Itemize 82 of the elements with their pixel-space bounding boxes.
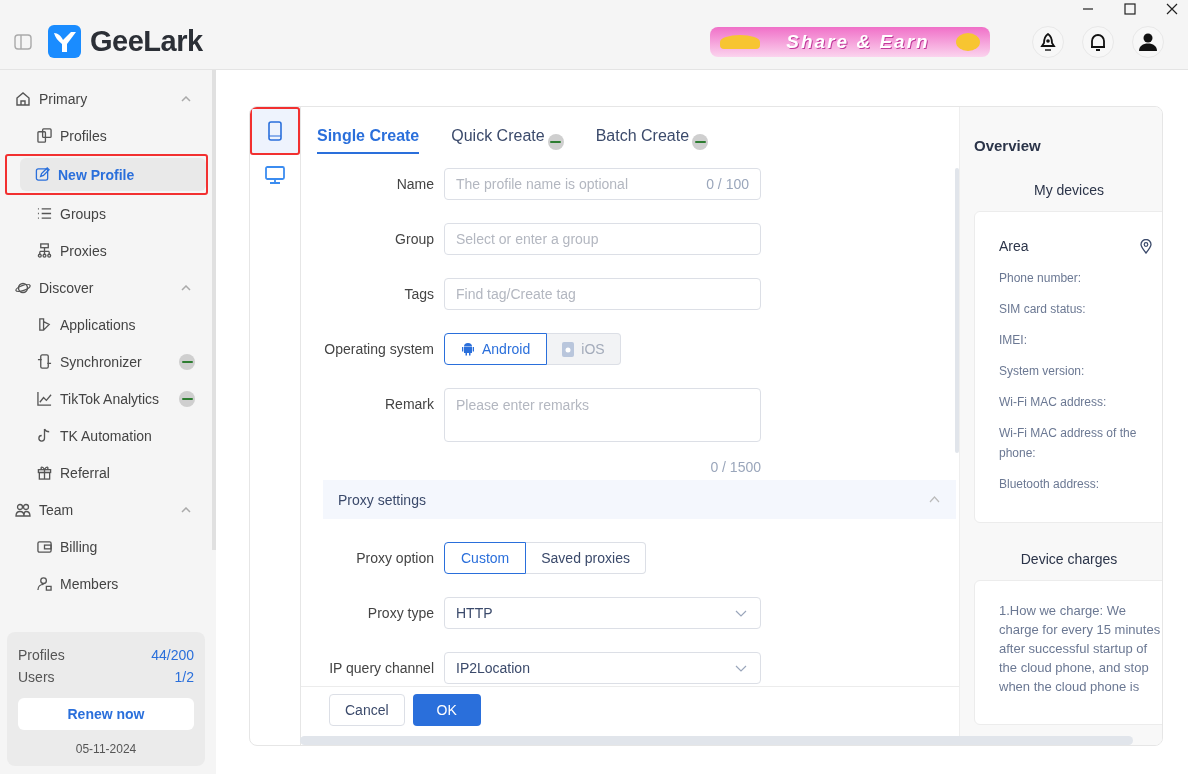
list-icon bbox=[37, 206, 52, 221]
device-info-label: SIM card status: bbox=[999, 301, 1087, 318]
area-label: Area bbox=[999, 238, 1029, 254]
quota-value: 1/2 bbox=[174, 668, 194, 687]
nav-item[interactable]: Synchronizer bbox=[7, 345, 205, 378]
team-icon bbox=[15, 501, 31, 518]
nav-item[interactable]: TK Automation bbox=[7, 419, 205, 452]
device-info-label: Phone number: bbox=[999, 270, 1083, 287]
field-label: IP query channel bbox=[328, 660, 434, 676]
user-avatar-icon[interactable] bbox=[1132, 25, 1164, 58]
member-icon bbox=[37, 576, 52, 591]
close-icon[interactable] bbox=[1166, 3, 1178, 15]
section-header[interactable]: Proxy settings bbox=[323, 480, 956, 519]
create-mode-tab[interactable]: Batch Create bbox=[595, 127, 709, 154]
nav-item[interactable]: Proxies bbox=[7, 234, 205, 267]
note-icon bbox=[37, 428, 52, 443]
phone-icon bbox=[268, 121, 282, 141]
gift-icon bbox=[37, 465, 52, 480]
create-mode-tab[interactable]: Quick Create bbox=[451, 127, 564, 154]
cancel-button[interactable]: Cancel bbox=[329, 694, 405, 726]
device-info-label: Bluetooth address: bbox=[999, 476, 1101, 493]
maximize-icon[interactable] bbox=[1124, 3, 1136, 15]
network-icon bbox=[37, 243, 52, 258]
expiry-date: 05-11-2024 bbox=[74, 742, 138, 756]
nav-item[interactable]: Members bbox=[7, 567, 205, 600]
field-label: Operating system bbox=[323, 341, 434, 357]
renew-button[interactable]: Renew now bbox=[18, 698, 194, 730]
monitor-icon bbox=[265, 166, 285, 184]
chevron-down-icon bbox=[735, 609, 747, 617]
nav-item[interactable]: New Profile bbox=[20, 158, 206, 191]
nav-item[interactable]: Applications bbox=[7, 308, 205, 341]
device-info-label: IMEI: bbox=[999, 332, 1028, 349]
ok-button[interactable]: OK bbox=[412, 694, 481, 726]
field-label: Group bbox=[394, 231, 434, 247]
nav-section[interactable]: Discover bbox=[7, 269, 205, 306]
charges-description: 1.How we charge: We charge for every 15 minutes after successful startup of the cloud phone, and stop when the cloud phone is bbox=[999, 602, 1161, 696]
field-label: Proxy type bbox=[366, 605, 434, 621]
apple-icon bbox=[562, 341, 575, 357]
field-label: Proxy option bbox=[355, 550, 434, 566]
quota-label: Users bbox=[18, 668, 55, 687]
quota-value: 44/200 bbox=[151, 646, 194, 665]
overview-title: Overview bbox=[974, 137, 1042, 154]
quota-label: Profiles bbox=[18, 646, 65, 665]
create-mode-tab[interactable]: Single Create bbox=[317, 127, 420, 154]
field-label: Name bbox=[395, 176, 434, 192]
wallet-icon bbox=[37, 539, 52, 554]
chevron-down-icon bbox=[735, 664, 747, 672]
segment-option[interactable]: Android bbox=[444, 333, 548, 365]
nav-section[interactable]: Primary bbox=[7, 80, 205, 117]
field-label: Remark bbox=[384, 395, 434, 414]
field-label: Tags bbox=[403, 286, 434, 302]
segment-option[interactable]: Custom bbox=[444, 542, 527, 574]
edit-icon bbox=[35, 167, 50, 182]
scrollbar[interactable] bbox=[300, 736, 1133, 745]
android-icon bbox=[461, 342, 475, 356]
phone-tab[interactable] bbox=[250, 107, 300, 155]
bell-icon[interactable] bbox=[1082, 25, 1114, 58]
device-info-label: Wi-Fi MAC address of the phone: bbox=[999, 425, 1138, 462]
section-title: Device charges bbox=[1019, 551, 1119, 567]
rocket-icon[interactable] bbox=[1032, 25, 1064, 58]
nav-item[interactable]: Billing bbox=[7, 530, 205, 563]
home-icon bbox=[15, 90, 31, 107]
nav-item[interactable]: TikTok Analytics bbox=[7, 382, 205, 415]
character-counter: 0 / 1500 bbox=[710, 459, 761, 475]
profiles-icon bbox=[37, 128, 52, 143]
section-title: My devices bbox=[1033, 182, 1105, 198]
segment-option[interactable]: Saved proxies bbox=[526, 542, 646, 574]
sync-icon bbox=[37, 354, 52, 369]
device-info-label: System version: bbox=[999, 363, 1086, 380]
sidebar-toggle-icon[interactable] bbox=[14, 33, 32, 50]
device-info-label: Wi-Fi MAC address: bbox=[999, 394, 1108, 411]
nav-item[interactable]: Groups bbox=[7, 197, 205, 230]
chart-icon bbox=[37, 391, 52, 406]
bird-logo-icon bbox=[48, 25, 81, 58]
apps-icon bbox=[37, 317, 52, 332]
select-field[interactable]: HTTP bbox=[444, 597, 761, 629]
select-field[interactable]: IP2Location bbox=[444, 652, 761, 684]
location-pin-icon bbox=[1140, 238, 1152, 254]
nav-item[interactable]: Referral bbox=[7, 456, 205, 489]
brand-name: GeeLark bbox=[90, 25, 203, 58]
nav-item[interactable]: Profiles bbox=[7, 119, 205, 152]
nav-section[interactable]: Team bbox=[7, 491, 205, 528]
